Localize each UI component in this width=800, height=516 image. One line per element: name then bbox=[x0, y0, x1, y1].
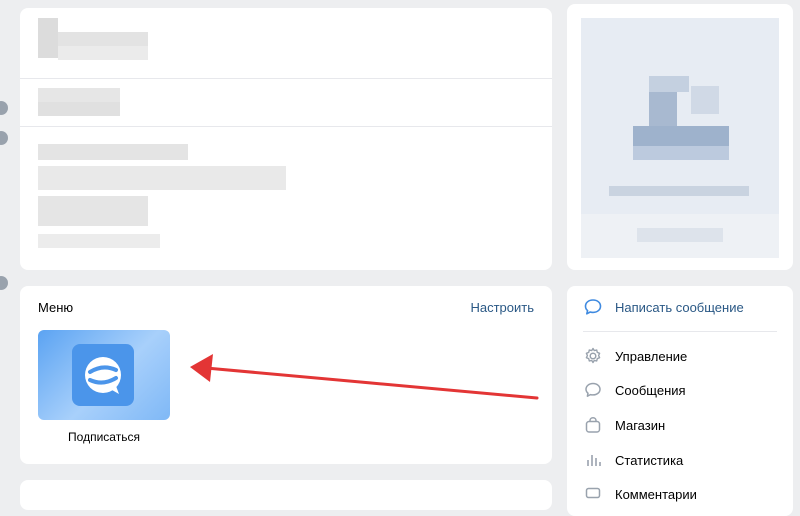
menu-configure-link[interactable]: Настроить bbox=[470, 300, 534, 315]
blurred-text bbox=[38, 196, 148, 226]
next-card bbox=[20, 480, 552, 510]
group-info-card bbox=[20, 8, 552, 270]
bar-chart-icon bbox=[583, 450, 603, 470]
blurred-text bbox=[38, 88, 120, 102]
shop-label: Магазин bbox=[615, 417, 666, 433]
blurred-text bbox=[38, 166, 286, 190]
group-cover-card bbox=[567, 4, 793, 270]
blurred-text bbox=[38, 18, 58, 58]
actions-card: Написать сообщение Управление Сообщения … bbox=[567, 286, 793, 516]
menu-card: Меню Настроить Подписаться bbox=[20, 286, 552, 464]
comments-menu-item[interactable]: Комментарии bbox=[583, 483, 697, 505]
blurred-text bbox=[38, 234, 160, 248]
shopping-bag-icon bbox=[583, 415, 603, 435]
write-message-button[interactable]: Написать сообщение bbox=[583, 296, 744, 318]
divider bbox=[20, 78, 552, 79]
manage-menu-item[interactable]: Управление bbox=[583, 345, 687, 367]
write-message-label: Написать сообщение bbox=[615, 299, 744, 315]
subscribe-app-label[interactable]: Подписаться bbox=[20, 430, 188, 444]
messages-label: Сообщения bbox=[615, 382, 686, 398]
stats-label: Статистика bbox=[615, 452, 684, 468]
chat-bubble-logo-icon bbox=[72, 344, 134, 406]
chat-icon bbox=[583, 380, 603, 400]
blurred-text bbox=[58, 32, 148, 46]
subscribe-app-tile[interactable] bbox=[38, 330, 170, 420]
messages-menu-item[interactable]: Сообщения bbox=[583, 379, 686, 401]
sidebar-dot-3[interactable] bbox=[0, 276, 8, 290]
stats-menu-item[interactable]: Статистика bbox=[583, 449, 683, 471]
message-icon bbox=[583, 297, 603, 317]
comments-label: Комментарии bbox=[615, 486, 697, 502]
blurred-cover-caption bbox=[581, 214, 779, 258]
divider bbox=[20, 126, 552, 127]
sidebar-dot-1[interactable] bbox=[0, 101, 8, 115]
blurred-text bbox=[38, 144, 188, 160]
shop-menu-item[interactable]: Магазин bbox=[583, 414, 665, 436]
gear-icon bbox=[583, 346, 603, 366]
blurred-text bbox=[38, 102, 120, 116]
sidebar-dot-2[interactable] bbox=[0, 131, 8, 145]
blurred-cover-image bbox=[581, 18, 779, 214]
comment-icon bbox=[583, 484, 603, 504]
blurred-text bbox=[58, 46, 148, 60]
divider bbox=[583, 331, 777, 332]
menu-title: Меню bbox=[38, 300, 74, 315]
manage-label: Управление bbox=[615, 348, 688, 364]
